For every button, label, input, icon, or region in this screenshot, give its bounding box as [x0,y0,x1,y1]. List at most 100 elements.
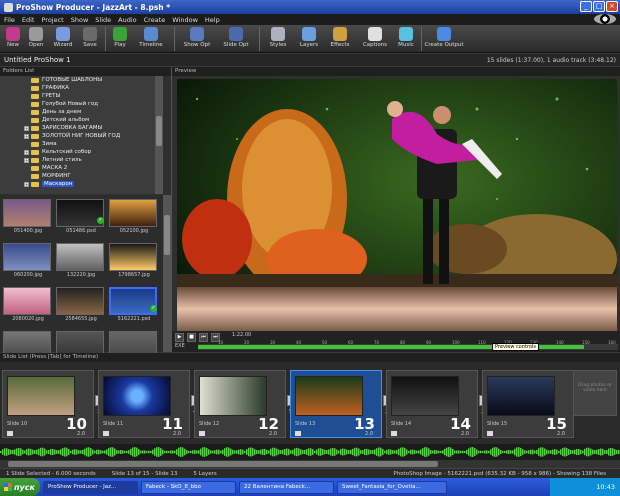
waveform-bar [24,450,26,454]
folder-scrollbar[interactable] [155,76,163,194]
thumbnail-filename: 2584655.jpg [65,316,97,322]
folder-name: ГОТОВЫЕ ШАБЛОНЫ [42,77,103,83]
thumbnail-image [56,199,104,227]
file-thumbnail[interactable]: 2080020.jpg [3,287,53,327]
menu-item-audio[interactable]: Audio [118,16,136,24]
create-output-button[interactable]: Create Output [424,25,464,48]
folder-item[interactable]: +День за днем [0,108,163,116]
menu-item-create[interactable]: Create [144,16,166,24]
folder-icon [31,93,39,99]
folder-item[interactable]: +МАСКА 2 [0,164,163,172]
slide-name: Slide 14 [391,421,412,427]
thumbs-scroll-thumb[interactable] [164,215,170,255]
folder-item[interactable]: +МОРФИНГ [0,172,163,180]
timeline-button[interactable]: Timeline [132,25,170,48]
start-button[interactable]: пуск [0,478,40,496]
play-button[interactable]: Play [109,25,131,48]
file-thumbnail[interactable]: 060200.jpg [3,243,53,283]
file-thumbnail[interactable]: 5162221.psd ✓ [109,287,159,327]
folder-item[interactable]: + Летний стиль [0,156,163,164]
taskbar-task[interactable]: Sweet_Fantasia_for_Ovetia... [337,480,447,494]
file-thumbnail[interactable]: 051400.jpg [3,199,53,239]
slide-list-scroll-thumb[interactable] [8,461,438,467]
exe-label: EXE [175,343,185,349]
slide-duration[interactable]: 2.0 [557,431,565,437]
slide-duration[interactable]: 2.0 [461,431,469,437]
close-button[interactable]: × [606,1,618,12]
play-icon[interactable]: ▶ [175,333,184,342]
effects-button[interactable]: Effects [325,25,355,48]
expand-icon[interactable]: + [24,181,29,187]
slide-item[interactable]: 14Slide 142.0B2.0 [386,370,491,438]
slide-duration[interactable]: 2.0 [77,431,85,437]
slide-duration[interactable]: 2.0 [365,431,373,437]
expand-icon[interactable]: + [24,149,29,155]
menu-item-edit[interactable]: Edit [22,16,35,24]
new-button[interactable]: New [2,25,24,48]
toolbar-separator [421,27,422,51]
taskbar-task[interactable]: ProShow Producer - Jaz... [43,480,138,494]
expand-icon[interactable]: + [24,133,29,139]
slide-duration[interactable]: 2.0 [173,431,181,437]
folder-item[interactable]: +ГРАФИКА [0,84,163,92]
slide-item[interactable]: 11Slide 112.0▧4.0 [98,370,203,438]
slide-item[interactable]: 13Slide 132.0▨2.0 [290,370,395,438]
show-opt-button[interactable]: Show Opt [178,25,216,48]
timeline-bar[interactable] [198,344,618,350]
slide-list-scrollbar[interactable] [0,460,620,468]
menu-item-help[interactable]: Help [205,16,220,24]
file-thumbnail[interactable]: 052100.jpg [109,199,159,239]
toolbar-label: Open [28,42,44,48]
layers-button[interactable]: Layers [294,25,324,48]
folder-item[interactable]: +Голубой Новый год [0,100,163,108]
maximize-button[interactable]: □ [593,1,605,12]
taskbar-task[interactable]: 22 Валентина Fabeck... [239,480,334,494]
waveform-bar [602,448,604,456]
waveform-bar [588,447,590,457]
menu-item-slide[interactable]: Slide [95,16,111,24]
thumbs-scrollbar[interactable] [163,195,171,352]
menu-item-show[interactable]: Show [71,16,89,24]
open-button[interactable]: Open [25,25,47,48]
folder-scroll-thumb[interactable] [156,116,162,146]
file-thumbnail[interactable]: 1798657.jpg [109,243,159,283]
waveform-bar [252,448,254,456]
folder-item[interactable]: +Зима [0,140,163,148]
folder-item[interactable]: + ЗАРИСОВКА БАГАМЫ [0,124,163,132]
slide-opt-button[interactable]: Slide Opt [217,25,255,48]
styles-button[interactable]: Styles [263,25,293,48]
folder-item[interactable]: +Детский альбом [0,116,163,124]
slide-duration[interactable]: 2.0 [269,431,277,437]
expand-icon[interactable]: + [24,125,29,131]
stop-icon[interactable]: ■ [187,333,196,342]
folder-item[interactable]: + ЗОЛОТОЙ НИГ НОВЫЙ ГОД [0,132,163,140]
folder-item[interactable]: + Кельтский собор [0,148,163,156]
slide-item[interactable]: 12Slide 122.0▤5.0 [194,370,299,438]
menu-item-window[interactable]: Window [172,16,198,24]
wizard-button[interactable]: Wizard [48,25,78,48]
waveform-bar [572,450,574,454]
file-thumbnail[interactable]: 051486.psd ✓ [56,199,106,239]
minimize-button[interactable]: _ [580,1,592,12]
waveform-bar [26,448,28,456]
menu-item-file[interactable]: File [4,16,15,24]
waveform-bar [54,449,56,455]
menu-item-project[interactable]: Project [41,16,63,24]
folder-item[interactable]: +ГОТОВЫЕ ШАБЛОНЫ [0,76,163,84]
save-button[interactable]: Save [79,25,101,48]
drop-zone[interactable]: Drag photos or video here [573,370,617,416]
folder-item[interactable]: +ГРЕТЫ [0,92,163,100]
status-layers: 5 Layers [193,470,217,477]
folder-item[interactable]: + Маскарон [0,180,163,188]
expand-icon[interactable]: + [24,157,29,163]
file-thumbnail[interactable]: 2584655.jpg [56,287,106,327]
folder-tree[interactable]: +ГОТОВЫЕ ШАБЛОНЫ+ГРАФИКА+ГРЕТЫ+Голубой Н… [0,76,163,194]
slide-item[interactable]: 10Slide 102.0B3.0 [2,370,107,438]
audio-waveform[interactable] [0,444,620,460]
slide-item[interactable]: 15Slide 152.0A2.0 [482,370,587,438]
waveform-bar [386,449,388,455]
captions-button[interactable]: Captions [356,25,394,48]
taskbar-task[interactable]: Fabeck - SkO_8_bbo [141,480,236,494]
music-button[interactable]: Music [395,25,417,48]
file-thumbnail[interactable]: 132220.jpg [56,243,106,283]
